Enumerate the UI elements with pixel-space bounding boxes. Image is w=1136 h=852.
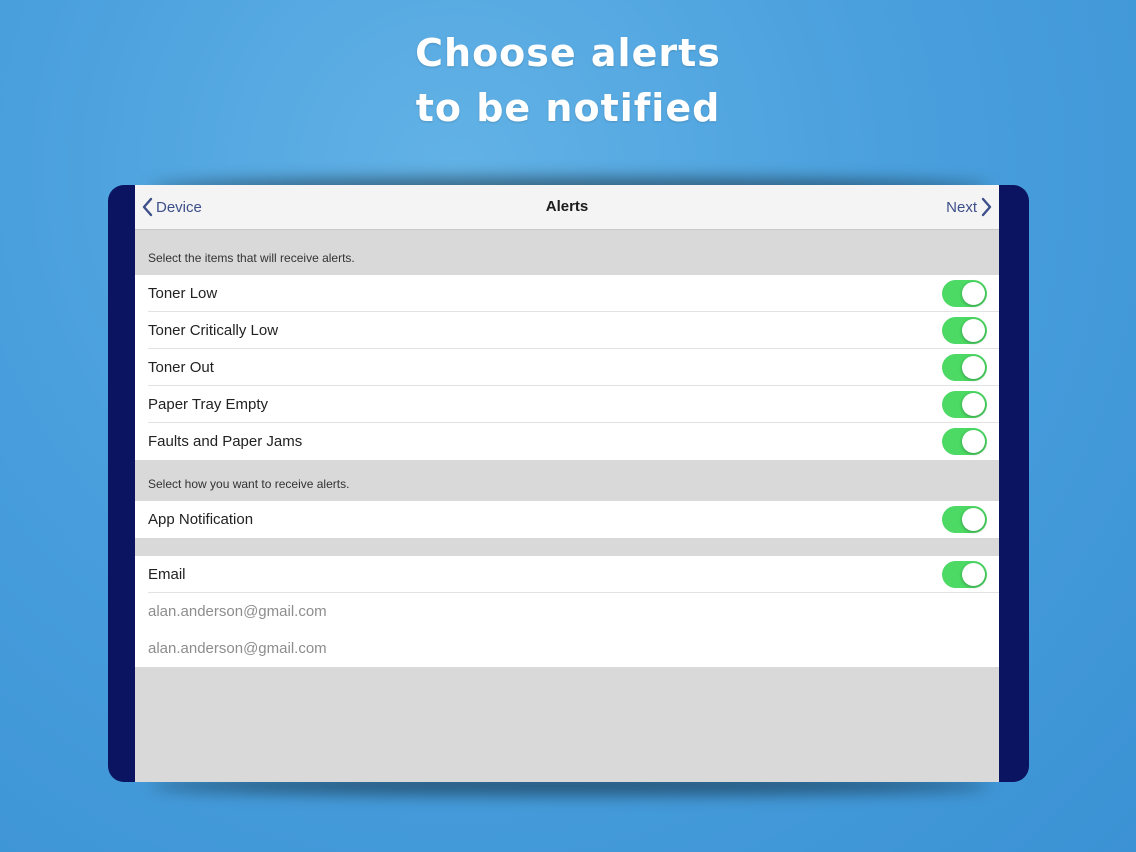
email-address-row[interactable]: alan.anderson@gmail.com: [135, 630, 999, 667]
toggle-switch[interactable]: [942, 317, 987, 344]
toggle-switch[interactable]: [942, 280, 987, 307]
list-item-app-notification: App Notification: [135, 501, 999, 538]
back-button[interactable]: Device: [141, 185, 202, 229]
toggle-knob: [962, 508, 985, 531]
tablet-frame: Device Alerts Next Select the items that…: [108, 185, 1029, 782]
list-item-toner-critically-low: Toner Critically Low: [135, 312, 999, 349]
toggle-switch[interactable]: [942, 561, 987, 588]
toggle-knob: [962, 563, 985, 586]
toggle-knob: [962, 430, 985, 453]
headline-line-2: to be notified: [415, 86, 721, 130]
list-item-label: Toner Out: [148, 359, 214, 376]
toggle-switch[interactable]: [942, 354, 987, 381]
list-item-label: Paper Tray Empty: [148, 396, 269, 413]
chevron-left-icon: [142, 197, 153, 217]
list-item-email: Email: [135, 556, 999, 593]
chevron-right-icon: [981, 197, 992, 217]
list-item-label: Toner Critically Low: [148, 322, 279, 339]
page-title: Alerts: [545, 198, 589, 215]
headline-line-1: Choose alerts: [415, 31, 721, 75]
navigation-bar: Device Alerts Next: [135, 185, 999, 230]
section-header-alert-items: Select the items that will receive alert…: [135, 230, 999, 275]
section-header-text: Select the items that will receive alert…: [148, 251, 355, 265]
toggle-knob: [962, 282, 985, 305]
list-item-label: App Notification: [148, 511, 254, 528]
toggle-switch[interactable]: [942, 391, 987, 418]
tablet-screen: Device Alerts Next Select the items that…: [135, 185, 999, 782]
toggle-switch[interactable]: [942, 506, 987, 533]
settings-list: Select the items that will receive alert…: [135, 230, 999, 667]
next-button[interactable]: Next: [946, 185, 993, 229]
list-item-label: Faults and Paper Jams: [148, 433, 303, 450]
email-address: alan.anderson@gmail.com: [148, 603, 327, 620]
list-item-label: Email: [148, 566, 186, 583]
email-address: alan.anderson@gmail.com: [148, 640, 327, 657]
toggle-knob: [962, 393, 985, 416]
list-item-toner-low: Toner Low: [135, 275, 999, 312]
list-item-faults-and-paper-jams: Faults and Paper Jams: [135, 423, 999, 460]
section-spacer: [135, 538, 999, 556]
section-header-delivery: Select how you want to receive alerts.: [135, 460, 999, 501]
back-button-label: Device: [156, 198, 202, 216]
toggle-switch[interactable]: [942, 428, 987, 455]
toggle-knob: [962, 319, 985, 342]
email-address-row[interactable]: alan.anderson@gmail.com: [135, 593, 999, 630]
list-item-paper-tray-empty: Paper Tray Empty: [135, 386, 999, 423]
headline: Choose alerts to be notified: [0, 26, 1136, 136]
next-button-label: Next: [946, 198, 977, 216]
toggle-knob: [962, 356, 985, 379]
list-item-label: Toner Low: [148, 285, 218, 302]
list-item-toner-out: Toner Out: [135, 349, 999, 386]
section-header-text: Select how you want to receive alerts.: [148, 477, 350, 491]
